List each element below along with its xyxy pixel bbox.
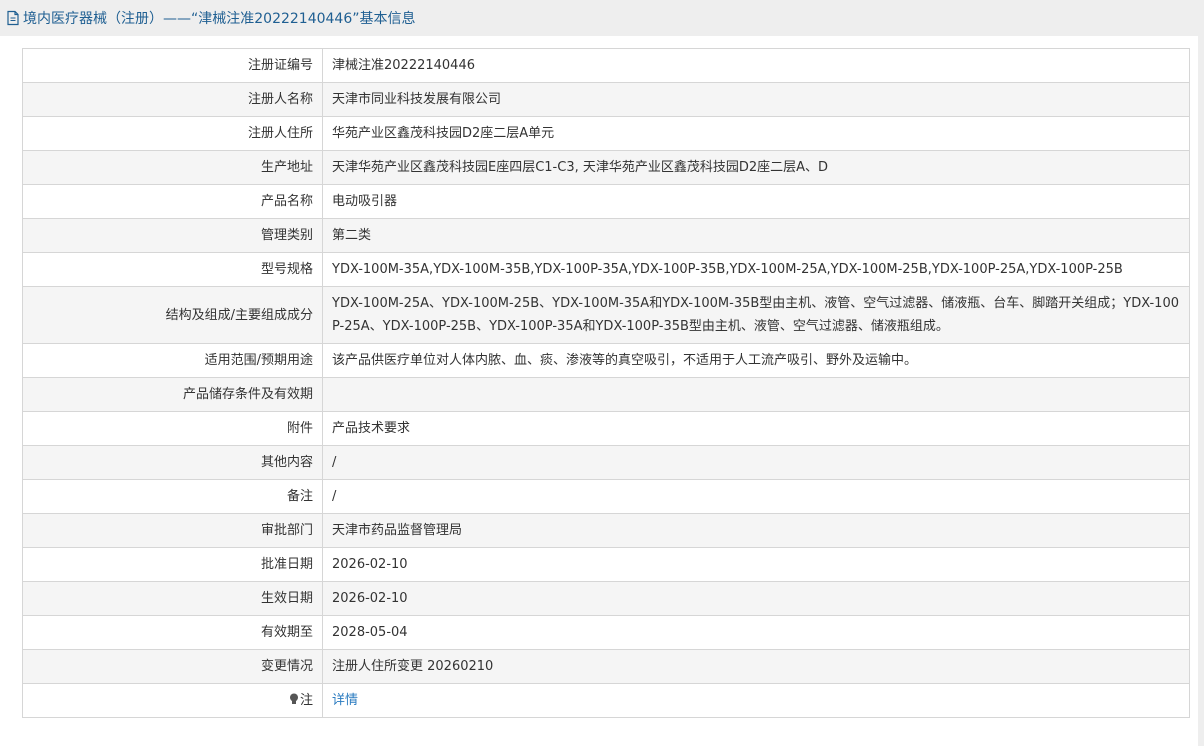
page-header: 境内医疗器械（注册）——“津械注准20222140446”基本信息: [0, 0, 1204, 36]
table-row-effective-date: 生效日期 2026-02-10: [22, 581, 1190, 616]
row-value: 电动吸引器: [322, 184, 1190, 219]
row-label: 注册人住所: [22, 116, 323, 151]
row-label: 生效日期: [22, 581, 323, 616]
table-row-registrant-address: 注册人住所 华苑产业区鑫茂科技园D2座二层A单元: [22, 116, 1190, 151]
table-row-structure-composition: 结构及组成/主要组成成分 YDX-100M-25A、YDX-100M-25B、Y…: [22, 286, 1190, 344]
table-row-management-category: 管理类别 第二类: [22, 218, 1190, 253]
row-value: /: [322, 445, 1190, 480]
table-row-remarks: 备注 /: [22, 479, 1190, 514]
note-label: 注: [299, 693, 313, 708]
row-label: 附件: [22, 411, 323, 446]
row-label: 型号规格: [22, 252, 323, 287]
table-row-attachment: 附件 产品技术要求: [22, 411, 1190, 446]
row-value: 天津市同业科技发展有限公司: [322, 82, 1190, 117]
row-value: 第二类: [322, 218, 1190, 253]
table-row-storage-validity: 产品储存条件及有效期: [22, 377, 1190, 412]
row-label: 适用范围/预期用途: [22, 343, 323, 378]
row-label: 注册人名称: [22, 82, 323, 117]
row-value: 注册人住所变更 20260210: [322, 649, 1190, 684]
table-row-approval-department: 审批部门 天津市药品监督管理局: [22, 513, 1190, 548]
row-value: YDX-100M-35A,YDX-100M-35B,YDX-100P-35A,Y…: [322, 252, 1190, 287]
row-label: 变更情况: [22, 649, 323, 684]
row-value: 天津华苑产业区鑫茂科技园E座四层C1-C3, 天津华苑产业区鑫茂科技园D2座二层…: [322, 150, 1190, 185]
row-value: 2026-02-10: [322, 547, 1190, 582]
table-row-approval-date: 批准日期 2026-02-10: [22, 547, 1190, 582]
row-value: 该产品供医疗单位对人体内脓、血、痰、渗液等的真空吸引，不适用于人工流产吸引、野外…: [322, 343, 1190, 378]
scrollbar-track[interactable]: [1198, 36, 1204, 746]
row-label: 注册证编号: [22, 48, 323, 83]
row-label: 结构及组成/主要组成成分: [22, 286, 323, 344]
row-value: 天津市药品监督管理局: [322, 513, 1190, 548]
table-row-note: 注 详情: [22, 683, 1190, 718]
row-label: 备注: [22, 479, 323, 514]
row-label: 生产地址: [22, 150, 323, 185]
row-label: 产品储存条件及有效期: [22, 377, 323, 412]
table-row-change-history: 变更情况 注册人住所变更 20260210: [22, 649, 1190, 684]
row-label: 其他内容: [22, 445, 323, 480]
row-value: [322, 377, 1190, 412]
table-row-product-name: 产品名称 电动吸引器: [22, 184, 1190, 219]
details-link[interactable]: 详情: [332, 693, 358, 708]
table-row-production-address: 生产地址 天津华苑产业区鑫茂科技园E座四层C1-C3, 天津华苑产业区鑫茂科技园…: [22, 150, 1190, 185]
lightbulb-icon: [289, 690, 299, 704]
row-value: 华苑产业区鑫茂科技园D2座二层A单元: [322, 116, 1190, 151]
row-label: 注: [22, 683, 323, 718]
row-label: 管理类别: [22, 218, 323, 253]
row-value: YDX-100M-25A、YDX-100M-25B、YDX-100M-35A和Y…: [322, 286, 1190, 344]
info-table: 注册证编号 津械注准20222140446 注册人名称 天津市同业科技发展有限公…: [22, 48, 1190, 718]
table-row-other-content: 其他内容 /: [22, 445, 1190, 480]
table-row-intended-use: 适用范围/预期用途 该产品供医疗单位对人体内脓、血、痰、渗液等的真空吸引，不适用…: [22, 343, 1190, 378]
document-icon: [6, 10, 20, 26]
row-value: 详情: [322, 683, 1190, 718]
table-row-registration-number: 注册证编号 津械注准20222140446: [22, 48, 1190, 83]
row-value: 津械注准20222140446: [322, 48, 1190, 83]
row-value: 2028-05-04: [322, 615, 1190, 650]
row-label: 审批部门: [22, 513, 323, 548]
row-label: 有效期至: [22, 615, 323, 650]
table-row-model-spec: 型号规格 YDX-100M-35A,YDX-100M-35B,YDX-100P-…: [22, 252, 1190, 287]
row-value: 产品技术要求: [322, 411, 1190, 446]
row-value: 2026-02-10: [322, 581, 1190, 616]
table-row-expiry-date: 有效期至 2028-05-04: [22, 615, 1190, 650]
row-label: 产品名称: [22, 184, 323, 219]
table-row-registrant-name: 注册人名称 天津市同业科技发展有限公司: [22, 82, 1190, 117]
info-panel: 注册证编号 津械注准20222140446 注册人名称 天津市同业科技发展有限公…: [22, 48, 1190, 718]
row-label: 批准日期: [22, 547, 323, 582]
row-value: /: [322, 479, 1190, 514]
page-title: 境内医疗器械（注册）——“津械注准20222140446”基本信息: [23, 11, 416, 27]
